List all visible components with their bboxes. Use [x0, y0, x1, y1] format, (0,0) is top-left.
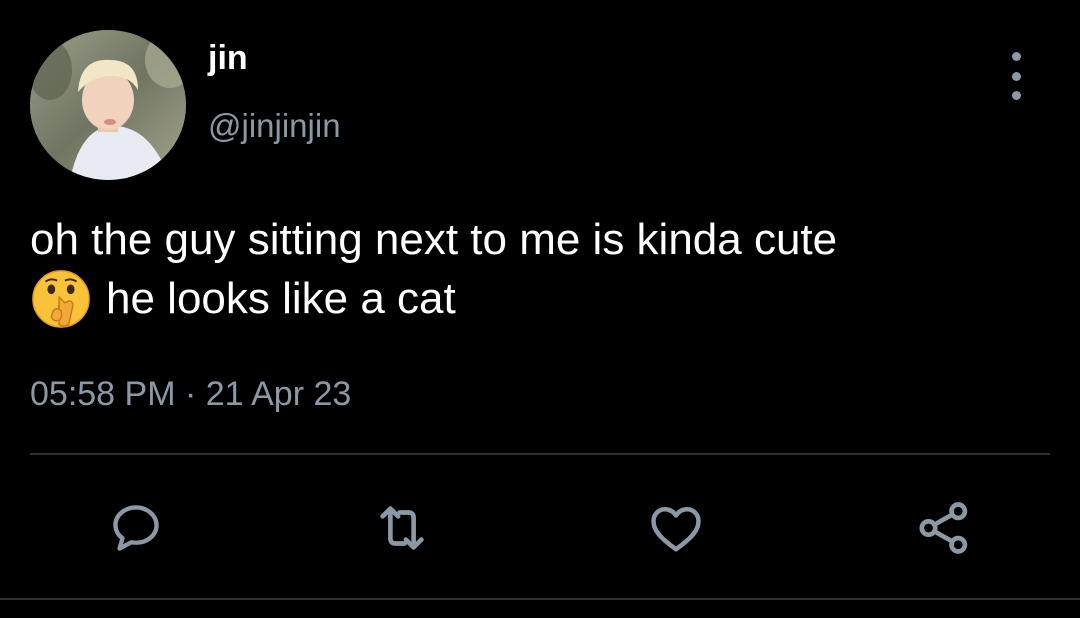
tweet-timestamp[interactable]: 05:58 PM · 21 Apr 23	[30, 372, 351, 416]
author-display-name[interactable]: jin	[208, 38, 248, 78]
tweet-text: oh the guy sitting next to me is kinda c…	[30, 212, 1050, 330]
avatar[interactable]	[30, 30, 186, 180]
heart-icon	[651, 507, 701, 552]
reply-icon	[113, 505, 159, 551]
more-dot	[1011, 52, 1021, 61]
shushing-face-emoji-icon	[30, 268, 92, 330]
share-button[interactable]	[912, 496, 976, 560]
avatar-photo	[30, 30, 186, 180]
like-button[interactable]	[644, 496, 708, 560]
bottom-divider	[0, 598, 1080, 600]
author-handle[interactable]: @jinjinjin	[208, 106, 341, 146]
divider	[30, 453, 1050, 455]
more-dot	[1011, 71, 1021, 81]
retweet-icon	[380, 506, 424, 550]
more-vertical-icon[interactable]	[996, 52, 1036, 100]
tweet-text-line-2-row: he looks like a cat	[30, 268, 1050, 330]
retweet-button[interactable]	[370, 496, 434, 560]
reply-button[interactable]	[104, 496, 168, 560]
tweet-text-line-1: oh the guy sitting next to me is kinda c…	[30, 215, 838, 264]
share-icon	[919, 502, 968, 554]
tweet-text-line-2: he looks like a cat	[106, 274, 456, 323]
more-dot	[1011, 91, 1021, 100]
